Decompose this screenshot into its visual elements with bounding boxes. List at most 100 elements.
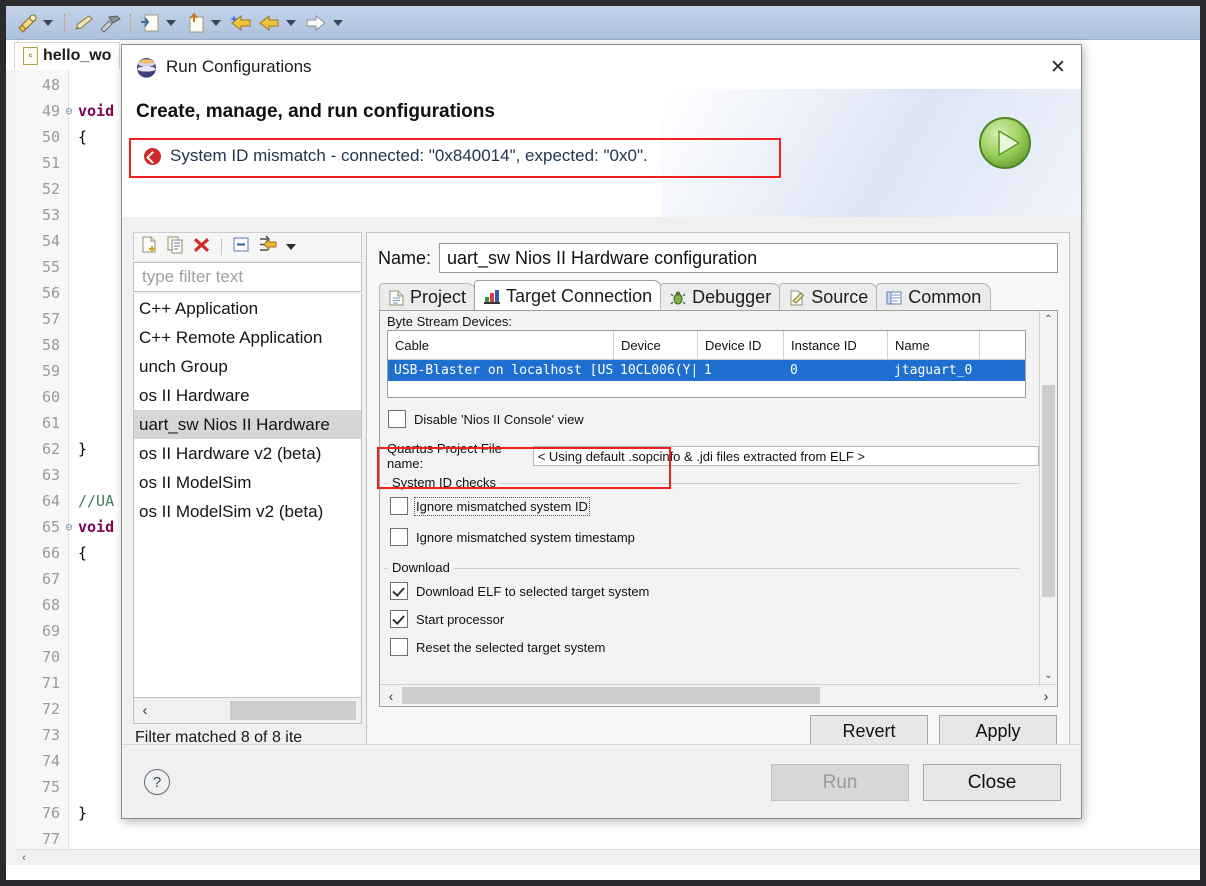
tabpane-scroll-left-arrow[interactable]: ‹ xyxy=(380,688,402,704)
help-icon[interactable]: ? xyxy=(144,769,170,795)
hammer-icon[interactable] xyxy=(97,10,125,36)
code-text: } xyxy=(78,440,88,458)
tabpane-horizontal-scrollbar[interactable]: ‹ › xyxy=(380,684,1057,706)
apply-button[interactable]: Apply xyxy=(939,715,1057,747)
view-menu-caret-icon[interactable] xyxy=(286,243,296,250)
debug-page-icon[interactable] xyxy=(137,10,163,36)
revert-button[interactable]: Revert xyxy=(810,715,928,747)
tree-item-c-application[interactable]: C++ Application xyxy=(134,294,361,323)
line-number: 58 xyxy=(41,336,60,354)
forward-arrow-icon[interactable] xyxy=(302,10,330,36)
editor-horizontal-scrollbar[interactable]: ‹ xyxy=(16,849,1200,865)
close-icon[interactable]: ✕ xyxy=(1035,45,1081,89)
line-number: 50 xyxy=(41,128,60,146)
tab-project[interactable]: Project xyxy=(379,283,477,311)
run-button[interactable]: Run xyxy=(771,764,909,801)
line-number: 64 xyxy=(41,492,60,510)
ignore-mismatched-timestamp-checkbox[interactable] xyxy=(390,528,408,546)
reset-target-row[interactable]: Reset the selected target system xyxy=(390,638,605,656)
debug-dropdown-caret-icon[interactable] xyxy=(166,19,176,26)
table-row[interactable]: USB-Blaster on localhost [USB-0] 10CL006(… xyxy=(388,360,1025,381)
configurations-tree-panel: type filter text C++ Application C++ Remo… xyxy=(133,232,362,746)
tree-item-uart-sw-nios-ii-hardware[interactable]: uart_sw Nios II Hardware xyxy=(134,410,361,439)
tab-target-connection[interactable]: Target Connection xyxy=(474,280,663,311)
footer-buttons: Run Close xyxy=(771,764,1061,801)
back-history-icon[interactable] xyxy=(227,10,255,36)
configurations-tree[interactable]: C++ Application C++ Remote Application unc… xyxy=(133,294,362,698)
banner-error-message-row: System ID mismatch - connected: "0x84001… xyxy=(144,146,648,166)
delete-configuration-icon[interactable] xyxy=(192,235,211,259)
tree-horizontal-scrollbar[interactable]: ‹ xyxy=(133,698,362,724)
download-elf-row[interactable]: Download ELF to selected target system xyxy=(390,582,649,600)
ignore-mismatched-timestamp-row[interactable]: Ignore mismatched system timestamp xyxy=(390,528,635,546)
table-column-header[interactable]: Device ID xyxy=(698,331,784,359)
close-button[interactable]: Close xyxy=(923,764,1061,801)
document-icon xyxy=(389,290,404,306)
back-arrow-icon[interactable] xyxy=(255,10,283,36)
start-processor-row[interactable]: Start processor xyxy=(390,610,504,628)
table-column-header[interactable]: Device xyxy=(614,331,698,359)
line-number: 65 xyxy=(41,518,60,536)
disable-nios-console-checkbox[interactable] xyxy=(388,410,406,428)
tab-common[interactable]: Common xyxy=(876,283,992,311)
editor-tab-hello-world[interactable]: c hello_wo xyxy=(14,42,121,69)
c-file-icon: c xyxy=(23,47,38,65)
line-number: 54 xyxy=(41,232,60,250)
tree-item-os-ii-hardware-v2-beta[interactable]: os II Hardware v2 (beta) xyxy=(134,439,361,468)
line-number: 61 xyxy=(41,414,60,432)
back-caret-icon[interactable] xyxy=(286,19,296,26)
download-elf-checkbox[interactable] xyxy=(390,582,408,600)
tabpane-scroll-up-arrow[interactable]: ⌃ xyxy=(1040,311,1057,328)
run-configurations-dialog: Run Configurations ✕ Create, manage, and… xyxy=(121,44,1082,819)
line-number: 69 xyxy=(41,622,60,640)
name-input[interactable]: uart_sw Nios II Hardware configuration xyxy=(439,243,1058,273)
table-column-header[interactable]: Name xyxy=(888,331,980,359)
run-page-icon[interactable] xyxy=(182,10,208,36)
run-tool-icon[interactable] xyxy=(14,10,40,36)
duplicate-configuration-icon[interactable] xyxy=(166,235,185,259)
fold-toggle-icon[interactable]: ⊖ xyxy=(63,514,75,540)
line-number: 70 xyxy=(41,648,60,666)
start-processor-checkbox[interactable] xyxy=(390,610,408,628)
byte-stream-devices-table[interactable]: Cable Device Device ID Instance ID Name USB-… xyxy=(387,330,1026,398)
tabpane-scroll-right-arrow[interactable]: › xyxy=(1035,688,1057,704)
tree-item-c-remote-application[interactable]: C++ Remote Application xyxy=(134,323,361,352)
tabpane-vscroll-thumb[interactable] xyxy=(1042,385,1055,597)
tree-item-os-ii-modelsim-v2-beta[interactable]: os II ModelSim v2 (beta) xyxy=(134,497,361,526)
line-number: 52 xyxy=(41,180,60,198)
ignore-mismatched-system-id-row[interactable]: Ignore mismatched system ID xyxy=(390,496,590,516)
tabpane-scroll-down-arrow[interactable]: ⌄ xyxy=(1040,667,1057,684)
pencil-icon[interactable] xyxy=(71,10,97,36)
collapse-all-icon[interactable] xyxy=(232,235,251,259)
table-column-header[interactable]: Cable xyxy=(388,331,614,359)
filter-icon[interactable] xyxy=(258,235,279,259)
line-number: 66 xyxy=(41,544,60,562)
new-configuration-icon[interactable] xyxy=(140,235,159,259)
tab-debugger[interactable]: Debugger xyxy=(660,283,782,311)
fold-toggle-icon[interactable]: ⊖ xyxy=(63,98,75,124)
ignore-mismatched-system-id-checkbox[interactable] xyxy=(390,497,408,515)
line-number: 56 xyxy=(41,284,60,302)
tab-source[interactable]: Source xyxy=(779,283,879,311)
tabpane-hscroll-thumb[interactable] xyxy=(402,687,820,704)
tabpane-vertical-scrollbar[interactable]: ⌃ ⌄ xyxy=(1039,311,1057,684)
quartus-project-file-value[interactable]: < Using default .sopcinfo & .jdi files e… xyxy=(532,446,1039,466)
table-column-header[interactable]: Instance ID xyxy=(784,331,888,359)
tree-item-os-ii-modelsim[interactable]: os II ModelSim xyxy=(134,468,361,497)
tree-hscroll-left-arrow[interactable]: ‹ xyxy=(134,702,156,719)
filter-input[interactable]: type filter text xyxy=(133,262,362,292)
tree-item-unch-group[interactable]: unch Group xyxy=(134,352,361,381)
run-dropdown-caret-icon[interactable] xyxy=(43,19,53,26)
line-number: 67 xyxy=(41,570,60,588)
disable-nios-console-row[interactable]: Disable 'Nios II Console' view xyxy=(388,410,584,428)
editor-hscroll-left-arrow[interactable]: ‹ xyxy=(16,852,32,864)
run-page-caret-icon[interactable] xyxy=(211,19,221,26)
forward-caret-icon[interactable] xyxy=(333,19,343,26)
tree-hscroll-thumb[interactable] xyxy=(230,701,356,720)
tree-item-os-ii-hardware[interactable]: os II Hardware xyxy=(134,381,361,410)
dialog-banner: Create, manage, and run configurations S… xyxy=(122,89,1081,217)
reset-target-checkbox[interactable] xyxy=(390,638,408,656)
line-number: 68 xyxy=(41,596,60,614)
line-number: 63 xyxy=(41,466,60,484)
ignore-mismatched-system-id-label: Ignore mismatched system ID xyxy=(414,496,590,516)
